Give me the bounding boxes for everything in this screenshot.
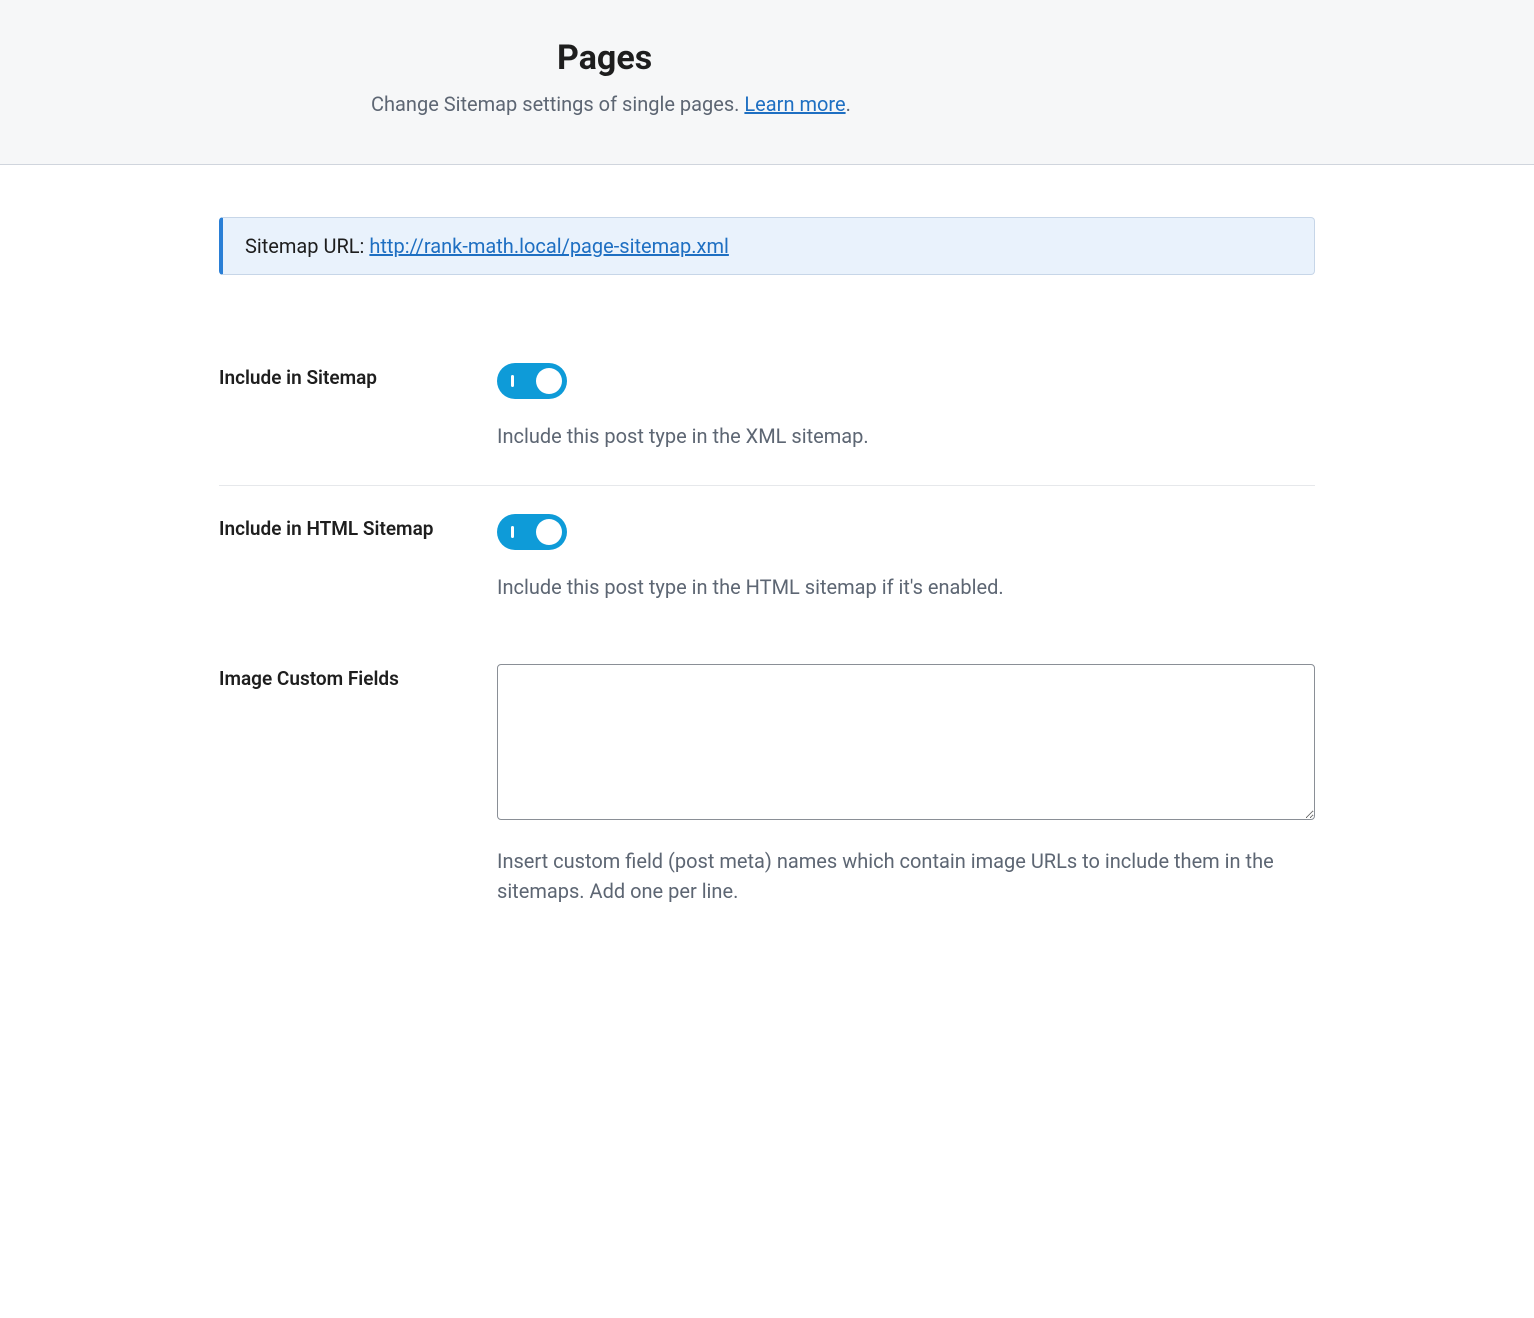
image-custom-fields-label: Image Custom Fields (219, 664, 477, 693)
include-sitemap-toggle[interactable] (497, 363, 567, 399)
page-header: Pages Change Sitemap settings of single … (0, 0, 1534, 165)
sitemap-url-link[interactable]: http://rank-math.local/page-sitemap.xml (369, 234, 729, 258)
setting-row-image-custom-fields: Image Custom Fields Insert custom field … (219, 636, 1315, 940)
subtitle-prefix: Change Sitemap settings of single pages. (371, 92, 744, 116)
include-sitemap-control: Include this post type in the XML sitema… (497, 363, 1315, 451)
toggle-on-indicator-icon (511, 526, 514, 538)
toggle-on-indicator-icon (511, 375, 514, 387)
include-html-sitemap-control: Include this post type in the HTML sitem… (497, 514, 1315, 602)
page-subtitle: Change Sitemap settings of single pages.… (371, 92, 1317, 116)
setting-row-include-html-sitemap: Include in HTML Sitemap Include this pos… (219, 486, 1315, 636)
toggle-knob (536, 519, 562, 545)
include-sitemap-description: Include this post type in the XML sitema… (497, 421, 1315, 451)
page-title: Pages (557, 38, 1317, 78)
learn-more-link[interactable]: Learn more (744, 92, 845, 116)
include-html-sitemap-toggle[interactable] (497, 514, 567, 550)
toggle-knob (536, 368, 562, 394)
subtitle-suffix: . (846, 92, 851, 116)
image-custom-fields-description: Insert custom field (post meta) names wh… (497, 846, 1315, 906)
setting-row-include-sitemap: Include in Sitemap Include this post typ… (219, 335, 1315, 486)
include-html-sitemap-label: Include in HTML Sitemap (219, 514, 477, 543)
include-html-sitemap-description: Include this post type in the HTML sitem… (497, 572, 1315, 602)
header-inner: Pages Change Sitemap settings of single … (217, 38, 1317, 116)
content-area: Sitemap URL: http://rank-math.local/page… (219, 165, 1315, 1020)
notice-label: Sitemap URL: (245, 234, 369, 258)
image-custom-fields-textarea[interactable] (497, 664, 1315, 820)
sitemap-url-notice: Sitemap URL: http://rank-math.local/page… (219, 217, 1315, 275)
image-custom-fields-control: Insert custom field (post meta) names wh… (497, 664, 1315, 906)
include-sitemap-label: Include in Sitemap (219, 363, 477, 392)
